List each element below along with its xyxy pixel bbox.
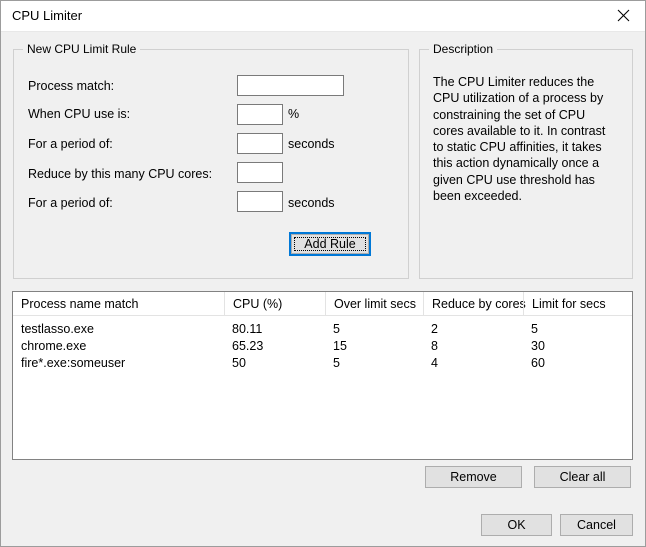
close-icon-glyph [617, 9, 630, 22]
clear-all-button[interactable]: Clear all [534, 466, 631, 488]
reduce-cores-input[interactable] [237, 162, 283, 183]
cell-cpu: 80.11 [224, 320, 325, 337]
cell-process-name: testlasso.exe [13, 320, 224, 337]
cell-reduce-by-cores: 2 [423, 320, 523, 337]
cell-cpu: 50 [224, 354, 325, 371]
suffix-seconds-2: seconds [288, 196, 335, 210]
cell-over-limit-secs: 5 [325, 354, 423, 371]
rules-list-body: testlasso.exe 80.11 5 2 5 chrome.exe 65.… [13, 316, 632, 371]
column-header-process-name[interactable]: Process name match [13, 292, 224, 315]
cell-reduce-by-cores: 8 [423, 337, 523, 354]
ok-button[interactable]: OK [481, 514, 552, 536]
label-period-1: For a period of: [28, 137, 113, 151]
label-period-2: For a period of: [28, 196, 113, 210]
label-reduce-cores: Reduce by this many CPU cores: [28, 167, 212, 181]
rules-list-header: Process name match CPU (%) Over limit se… [13, 292, 632, 316]
cell-limit-for-secs: 60 [523, 354, 632, 371]
add-rule-button-face: Add Rule [291, 234, 369, 254]
process-match-input[interactable] [237, 75, 344, 96]
cell-over-limit-secs: 5 [325, 320, 423, 337]
add-rule-button[interactable]: Add Rule [289, 232, 371, 256]
table-row[interactable]: chrome.exe 65.23 15 8 30 [13, 337, 632, 354]
label-process-match: Process match: [28, 79, 114, 93]
rules-list[interactable]: Process name match CPU (%) Over limit se… [12, 291, 633, 460]
column-header-limit-for-secs[interactable]: Limit for secs [523, 292, 632, 315]
description-legend: Description [429, 42, 497, 56]
table-row[interactable]: fire*.exe:someuser 50 5 4 60 [13, 354, 632, 371]
period-1-input[interactable] [237, 133, 283, 154]
column-header-reduce-by-cores[interactable]: Reduce by cores [423, 292, 523, 315]
cell-limit-for-secs: 30 [523, 337, 632, 354]
table-row[interactable]: testlasso.exe 80.11 5 2 5 [13, 320, 632, 337]
cpu-limiter-dialog: CPU Limiter New CPU Limit Rule Process m… [0, 0, 646, 547]
column-header-over-limit-secs[interactable]: Over limit secs [325, 292, 423, 315]
column-header-cpu[interactable]: CPU (%) [224, 292, 325, 315]
cpu-use-threshold-input[interactable] [237, 104, 283, 125]
description-text: The CPU Limiter reduces the CPU utilizat… [433, 74, 617, 204]
cell-process-name: fire*.exe:someuser [13, 354, 224, 371]
cell-reduce-by-cores: 4 [423, 354, 523, 371]
window-title: CPU Limiter [12, 8, 82, 23]
cell-limit-for-secs: 5 [523, 320, 632, 337]
cell-cpu: 65.23 [224, 337, 325, 354]
cell-process-name: chrome.exe [13, 337, 224, 354]
title-bar: CPU Limiter [1, 1, 646, 32]
suffix-seconds-1: seconds [288, 137, 335, 151]
label-when-cpu-use-is: When CPU use is: [28, 107, 130, 121]
cancel-button[interactable]: Cancel [560, 514, 633, 536]
suffix-percent: % [288, 107, 299, 121]
period-2-input[interactable] [237, 191, 283, 212]
close-icon[interactable] [601, 1, 646, 30]
add-rule-button-label: Add Rule [304, 237, 355, 251]
cell-over-limit-secs: 15 [325, 337, 423, 354]
new-rule-legend: New CPU Limit Rule [23, 42, 140, 56]
remove-button[interactable]: Remove [425, 466, 522, 488]
